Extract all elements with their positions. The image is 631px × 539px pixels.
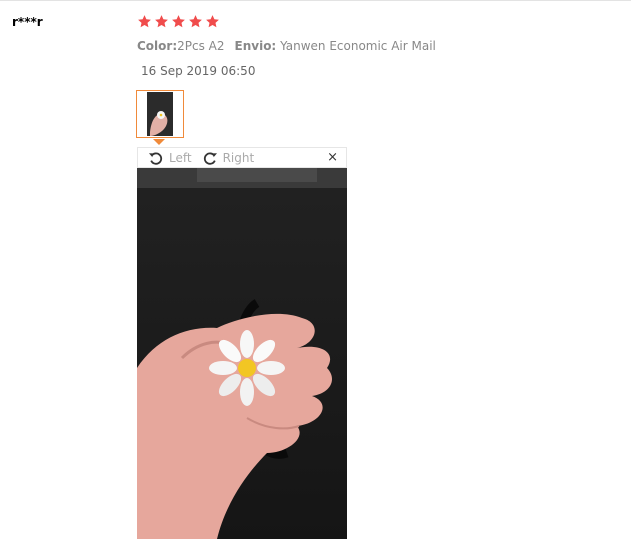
shipping-value: Yanwen Economic Air Mail <box>280 39 436 53</box>
star-icon <box>155 15 168 28</box>
thumbnail-image <box>147 92 173 136</box>
reviewer-name: r***r <box>12 15 43 29</box>
rotate-left-button[interactable]: Left <box>148 150 192 166</box>
close-icon[interactable]: × <box>327 150 338 165</box>
star-icon <box>189 15 202 28</box>
review-photo <box>137 168 347 539</box>
photo-thumbnail[interactable] <box>136 90 184 138</box>
image-viewer-toolbar: Left Right × <box>137 147 347 168</box>
star-rating <box>137 14 220 29</box>
color-value: 2Pcs A2 <box>177 39 225 53</box>
rotate-left-label: Left <box>169 150 192 165</box>
rotate-right-icon <box>203 151 217 165</box>
shipping-label: Envio: <box>234 39 277 53</box>
color-label: Color: <box>137 39 178 53</box>
thumbnail-pointer <box>153 139 165 145</box>
review-date: 16 Sep 2019 06:50 <box>141 64 256 78</box>
rotate-right-button[interactable]: Right <box>202 150 255 166</box>
star-icon <box>172 15 185 28</box>
divider <box>0 0 631 1</box>
star-icon <box>206 15 219 28</box>
rotate-right-label: Right <box>222 150 255 165</box>
star-icon <box>138 15 151 28</box>
order-info: Color:2Pcs A2 Envio: Yanwen Economic Air … <box>137 39 436 53</box>
rotate-left-icon <box>149 151 163 165</box>
